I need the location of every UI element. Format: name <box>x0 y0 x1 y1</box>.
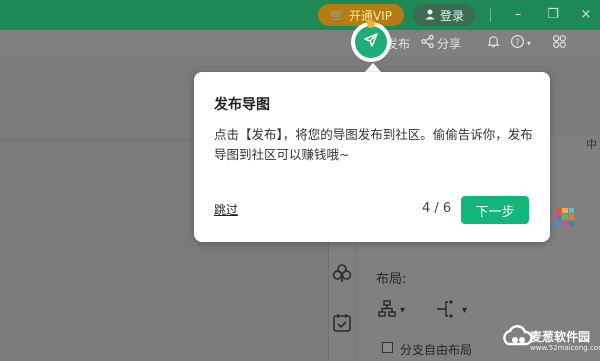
publish-button-inner <box>355 26 387 58</box>
watermark-name: 麦葱软件园 <box>530 330 591 344</box>
bell-icon <box>486 34 501 52</box>
user-icon <box>424 8 436 23</box>
free-layout-checkbox[interactable] <box>382 342 393 353</box>
org-chart-icon <box>378 299 396 321</box>
color-scheme-icon[interactable] <box>556 208 574 226</box>
restore-button[interactable]: ❐ <box>543 4 563 24</box>
clover-grid-icon <box>552 34 567 52</box>
watermark-url: www.52maicong.com <box>530 344 600 352</box>
divider <box>490 8 491 22</box>
notification-dot <box>367 20 375 28</box>
edge-tab: 中 <box>586 138 597 151</box>
next-step-button[interactable]: 下一步 <box>461 196 529 224</box>
login-label: 登录 <box>439 8 464 23</box>
chevron-down-icon: ▾ <box>462 304 468 316</box>
login-button[interactable]: 登录 <box>413 4 475 26</box>
watermark-logo-icon <box>500 320 534 354</box>
tooltip-body: 点击【发布】，将您的导图发布到社区。偷偷告诉你，发布导图到社区可以赚钱哦~ <box>214 127 533 162</box>
restore-icon: ❐ <box>547 6 559 22</box>
toolbar: 发布 分享 ? ▾ <box>0 30 600 56</box>
chevron-down-icon: ▾ <box>400 304 406 316</box>
connector-style-select[interactable]: ▾ <box>436 299 467 321</box>
share-icon <box>420 34 435 52</box>
onboarding-tooltip: 发布导图 点击【发布】，将您的导图发布到社区。偷偷告诉你，发布导图到社区可以赚钱… <box>194 72 550 242</box>
skip-link[interactable]: 跳过 <box>214 201 238 218</box>
free-layout-label: 分支自由布局 <box>400 343 473 357</box>
tooltip-title: 发布导图 <box>214 97 270 113</box>
help-icon: ? <box>510 34 525 52</box>
chevron-down-icon: ▾ <box>527 38 532 48</box>
step-progress: 4 / 6 <box>422 201 452 216</box>
cart-icon: 🛒 <box>330 8 345 22</box>
layout-structure-select[interactable]: ▾ <box>378 299 405 321</box>
share-label: 分享 <box>437 36 462 51</box>
share-tool[interactable]: 分享 <box>420 30 461 56</box>
svg-text:?: ? <box>515 37 519 47</box>
bracket-connector-icon <box>436 299 458 321</box>
close-button[interactable]: × <box>576 4 596 24</box>
apps-tool[interactable] <box>552 30 567 56</box>
task-check-icon[interactable] <box>331 312 353 334</box>
help-tool[interactable]: ? ▾ <box>510 30 531 56</box>
notification-tool[interactable] <box>486 30 501 56</box>
close-icon: × <box>580 6 592 22</box>
clover-icon[interactable] <box>331 262 353 284</box>
minimize-button[interactable]: – <box>508 4 528 24</box>
layout-label: 布局: <box>376 272 407 287</box>
watermark: 麦葱软件园 www.52maicong.com <box>500 318 600 361</box>
publish-button[interactable] <box>351 22 391 62</box>
send-icon <box>363 32 379 52</box>
vip-button[interactable]: 🛒 开通VIP <box>318 4 404 26</box>
minimize-icon: – <box>514 6 522 22</box>
title-bar: 🛒 开通VIP 登录 – ❐ × <box>0 0 600 30</box>
